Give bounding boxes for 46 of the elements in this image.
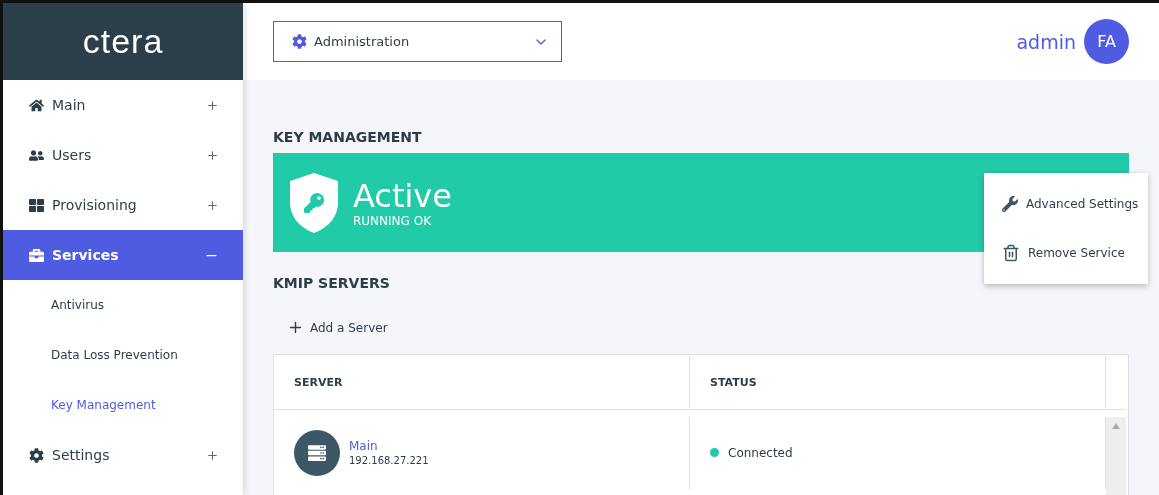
settings-icon [29,447,44,463]
user-avatar[interactable]: FA [1084,19,1129,64]
nav-item[interactable]: Services [3,230,243,280]
server-address: 192.168.27.221 [349,455,429,466]
scroll-up-icon [1112,422,1120,429]
expand-icon[interactable] [206,98,219,112]
home-icon [29,97,44,113]
nav-subitem[interactable]: Key Management [3,380,243,430]
nav-subitem[interactable]: Antivirus [3,280,243,330]
status-text: Connected [728,445,793,460]
add-server-button[interactable]: Add a Server [287,315,388,340]
column-header[interactable]: SERVER [274,355,690,410]
briefcase-icon [29,247,44,263]
user-name[interactable]: admin [1016,30,1076,53]
trash-icon [1002,244,1020,262]
scrollbar[interactable] [1106,416,1126,495]
users-icon [29,147,44,163]
column-header[interactable]: STATUS [690,355,1106,410]
expand-icon[interactable] [206,448,219,462]
context-select[interactable]: Administration [273,21,562,62]
grid-icon [29,197,44,213]
nav-item[interactable]: Users [3,130,243,180]
page-title: KEY MANAGEMENT [273,127,423,147]
nav-label: Main [52,97,87,113]
menu-item[interactable]: Advanced Settings [984,179,1148,229]
nav-label: Services [52,247,120,263]
expand-icon[interactable] [206,198,219,212]
nav-label: Users [52,147,93,163]
expand-icon[interactable] [206,148,219,162]
section-title: KMIP SERVERS [273,273,391,293]
menu-item[interactable]: Remove Service [984,228,1148,278]
server-icon [294,429,340,476]
nav-label: Settings [52,447,111,463]
nav-label: Provisioning [52,197,138,213]
status-title: Active [353,177,452,214]
wrench-icon [1002,196,1018,212]
nav-item[interactable]: Settings [3,430,243,480]
logo: ctera [82,22,164,61]
plus-icon [287,319,304,336]
shield-key-icon [289,171,339,234]
nav-item[interactable]: Provisioning [3,180,243,230]
settings-icon [292,34,307,49]
server-name-link[interactable]: Main [349,439,429,453]
status-subtitle: RUNNING OK [353,213,433,228]
nav-subitem[interactable]: Data Loss Prevention [3,330,243,380]
nav-item[interactable]: Main [3,80,243,130]
